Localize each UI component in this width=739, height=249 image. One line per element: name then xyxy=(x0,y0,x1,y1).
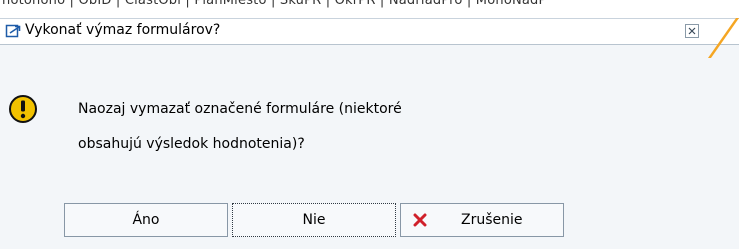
close-icon xyxy=(688,27,696,35)
no-button-label: Nie xyxy=(302,212,326,228)
cancel-button-label: Zrušenie xyxy=(461,212,523,228)
exclamation-icon xyxy=(8,94,38,124)
dialog-title: Vykonať výmaz formulárov? xyxy=(25,22,221,38)
cancel-button[interactable]: Zrušenie xyxy=(400,203,564,237)
dialog-titlebar: Vykonať výmaz formulárov? xyxy=(0,18,739,45)
titlebar-accent-stripe xyxy=(708,18,739,58)
no-button[interactable]: Nie xyxy=(232,203,396,237)
yes-button-label: Áno xyxy=(132,212,160,228)
yes-button[interactable]: Áno xyxy=(64,203,228,237)
close-button[interactable] xyxy=(685,24,699,38)
dialog-message: Naozaj vymazať označené formuláre (niekt… xyxy=(78,92,538,162)
message-line-1: Naozaj vymazať označené formuláre (niekt… xyxy=(78,101,402,117)
window-icon xyxy=(5,24,21,39)
red-x-icon xyxy=(413,213,427,227)
background-header-text: notonóho | ObID | CiastObl | PlánMiesto … xyxy=(2,0,547,8)
message-line-2: obsahujú výsledok hodnotenia)? xyxy=(78,136,305,152)
confirm-delete-dialog: Vykonať výmaz formulárov? Naozaj vymazať… xyxy=(0,18,739,249)
background-table-header: notonóho | ObID | CiastObl | PlánMiesto … xyxy=(0,0,739,18)
